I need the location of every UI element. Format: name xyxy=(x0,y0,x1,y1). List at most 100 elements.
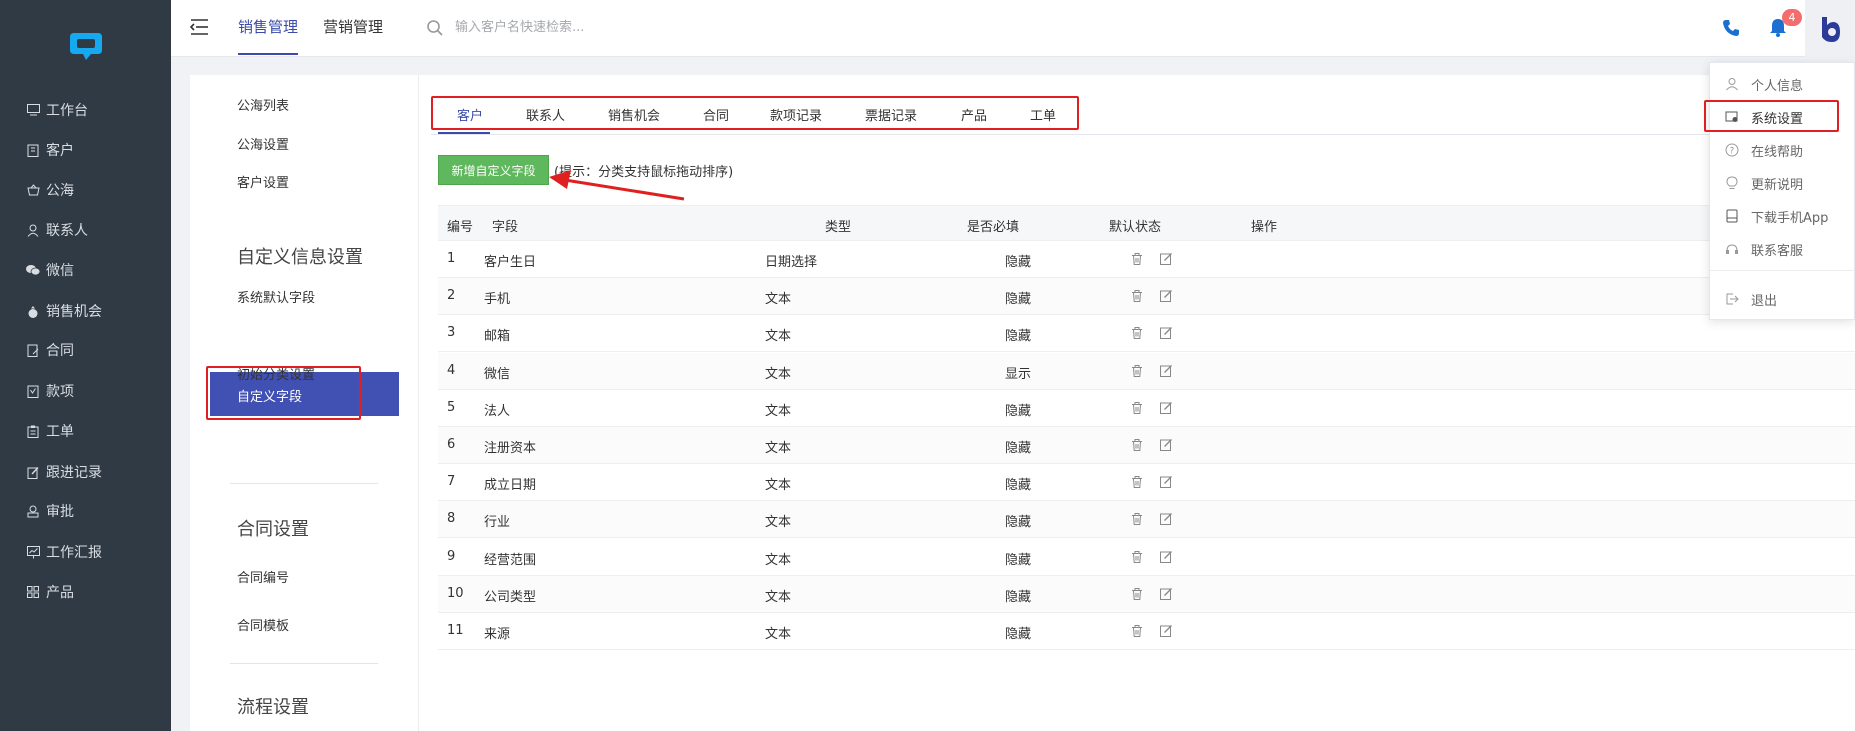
table-row[interactable]: 2 手机 文本 隐藏 xyxy=(438,278,1855,316)
menu-item-download-app[interactable]: 下载手机App xyxy=(1725,206,1828,226)
table-row[interactable]: 9 经营范围 文本 隐藏 xyxy=(438,539,1855,576)
delete-icon[interactable] xyxy=(1130,438,1146,454)
cell-field: 注册资本 xyxy=(484,441,537,456)
phone-icon[interactable] xyxy=(1721,18,1741,38)
settings-item-customer-settings[interactable]: 客户设置 xyxy=(237,172,289,191)
edit-icon[interactable] xyxy=(1159,364,1175,380)
cell-field: 手机 xyxy=(484,292,511,308)
notification-badge: 4 xyxy=(1782,9,1802,26)
column-header-field: 字段 xyxy=(492,220,519,235)
column-header-type: 类型 xyxy=(825,220,852,235)
delete-icon[interactable] xyxy=(1130,289,1146,305)
table-row[interactable]: 1 客户生日 日期选择 隐藏 xyxy=(438,241,1855,278)
settings-item-contract-template[interactable]: 合同模板 xyxy=(237,615,289,634)
edit-icon[interactable] xyxy=(1159,289,1175,305)
cell-default-status: 隐藏 xyxy=(1005,292,1032,308)
delete-icon[interactable] xyxy=(1130,364,1146,380)
table-row[interactable]: 7 成立日期 文本 隐藏 xyxy=(438,464,1855,502)
sidebar-item-products[interactable]: 产品 xyxy=(26,581,74,603)
sidebar-item-label: 款项 xyxy=(46,384,74,400)
edit-icon[interactable] xyxy=(1159,624,1175,640)
sidebar-item-opportunities[interactable]: 销售机会 xyxy=(26,300,102,322)
sidebar-item-label: 合同 xyxy=(46,343,74,359)
app-logo-icon[interactable] xyxy=(67,30,105,62)
delete-icon[interactable] xyxy=(1130,587,1146,603)
cell-default-status: 隐藏 xyxy=(1005,255,1032,270)
delete-icon[interactable] xyxy=(1130,624,1146,640)
sidebar-item-contracts[interactable]: 合同 xyxy=(26,339,74,361)
cell-field: 来源 xyxy=(484,627,511,642)
cell-field: 公司类型 xyxy=(484,589,537,605)
cell-type: 文本 xyxy=(765,589,792,605)
group-title-contract-settings: 合同设置 xyxy=(237,519,309,540)
tab-sales-management[interactable]: 销售管理 xyxy=(238,16,299,55)
delete-icon[interactable] xyxy=(1130,475,1146,491)
settings-item-contract-number[interactable]: 合同编号 xyxy=(237,567,289,586)
menu-item-logout[interactable]: 退出 xyxy=(1725,289,1777,309)
cell-number: 6 xyxy=(447,437,456,452)
download-icon xyxy=(1725,209,1739,223)
edit-icon[interactable] xyxy=(1159,475,1175,491)
edit-icon[interactable] xyxy=(1159,326,1175,342)
avatar[interactable] xyxy=(1805,0,1855,57)
sidebar-item-label: 联系人 xyxy=(46,223,88,239)
delete-icon[interactable] xyxy=(1130,550,1146,566)
table-row[interactable]: 3 邮箱 文本 隐藏 xyxy=(438,315,1855,353)
edit-icon[interactable] xyxy=(1159,587,1175,603)
cell-field: 客户生日 xyxy=(484,255,537,270)
cell-type: 文本 xyxy=(765,329,792,345)
menu-item-release-notes[interactable]: 更新说明 xyxy=(1725,173,1803,193)
search-input[interactable] xyxy=(455,16,755,38)
sidebar-item-public-pool[interactable]: 公海 xyxy=(26,179,74,201)
menu-item-label: 联系客服 xyxy=(1751,243,1804,259)
menu-item-contact-support[interactable]: 联系客服 xyxy=(1725,239,1803,259)
edit-icon[interactable] xyxy=(1159,401,1175,417)
cell-default-status: 隐藏 xyxy=(1005,478,1032,494)
sidebar-item-approval[interactable]: 审批 xyxy=(26,500,74,522)
edit-icon[interactable] xyxy=(1159,252,1175,268)
sidebar-item-follow-up[interactable]: 跟进记录 xyxy=(26,461,102,483)
table-row[interactable]: 6 注册资本 文本 隐藏 xyxy=(438,427,1855,464)
delete-icon[interactable] xyxy=(1130,512,1146,528)
table-row[interactable]: 8 行业 文本 隐藏 xyxy=(438,501,1855,539)
sidebar-item-workbench[interactable]: 工作台 xyxy=(26,99,88,121)
sidebar-item-customers[interactable]: 客户 xyxy=(26,139,74,161)
sidebar-item-label: 产品 xyxy=(46,585,74,601)
menu-item-label: 下载手机App xyxy=(1751,210,1829,226)
delete-icon[interactable] xyxy=(1130,326,1146,342)
cell-number: 4 xyxy=(447,362,456,378)
sidebar-item-work-report[interactable]: 工作汇报 xyxy=(26,541,102,563)
table-row[interactable]: 5 法人 文本 隐藏 xyxy=(438,390,1855,427)
edit-icon[interactable] xyxy=(1159,438,1175,454)
menu-item-profile[interactable]: 个人信息 xyxy=(1725,74,1803,94)
table-row[interactable]: 4 微信 文本 显示 xyxy=(438,352,1855,390)
menu-item-online-help[interactable]: ? 在线帮助 xyxy=(1725,140,1803,160)
contract-icon xyxy=(26,343,40,357)
sidebar-item-label: 工单 xyxy=(46,424,74,440)
headset-icon xyxy=(1725,242,1739,256)
sidebar-item-label: 客户 xyxy=(46,143,74,159)
settings-item-system-default-fields[interactable]: 系统默认字段 xyxy=(237,287,315,306)
settings-item-public-pool-settings[interactable]: 公海设置 xyxy=(237,134,289,153)
sidebar-item-work-orders[interactable]: 工单 xyxy=(26,420,74,442)
table-row[interactable]: 10 公司类型 文本 隐藏 xyxy=(438,575,1855,613)
person-icon xyxy=(1725,77,1739,91)
tab-marketing-management[interactable]: 营销管理 xyxy=(323,16,383,37)
delete-icon[interactable] xyxy=(1130,401,1146,417)
add-custom-field-button[interactable]: 新增自定义字段 xyxy=(438,155,549,185)
sidebar-item-label: 工作汇报 xyxy=(46,545,102,561)
sidebar-item-payments[interactable]: 款项 xyxy=(26,380,74,402)
settings-item-public-pool-list[interactable]: 公海列表 xyxy=(237,95,289,114)
basket-icon xyxy=(26,183,40,197)
cell-field: 行业 xyxy=(484,515,511,531)
sidebar-item-wechat[interactable]: 微信 xyxy=(26,259,74,281)
menu-toggle-icon[interactable] xyxy=(188,17,210,37)
edit-icon[interactable] xyxy=(1159,512,1175,528)
edit-icon[interactable] xyxy=(1159,550,1175,566)
delete-icon[interactable] xyxy=(1130,252,1146,268)
divider xyxy=(1710,270,1855,271)
table-row[interactable]: 11 来源 文本 隐藏 xyxy=(438,613,1855,650)
custom-fields-highlight-box xyxy=(206,366,361,420)
sidebar-item-contacts[interactable]: 联系人 xyxy=(26,219,88,241)
stamp-icon xyxy=(26,504,40,518)
